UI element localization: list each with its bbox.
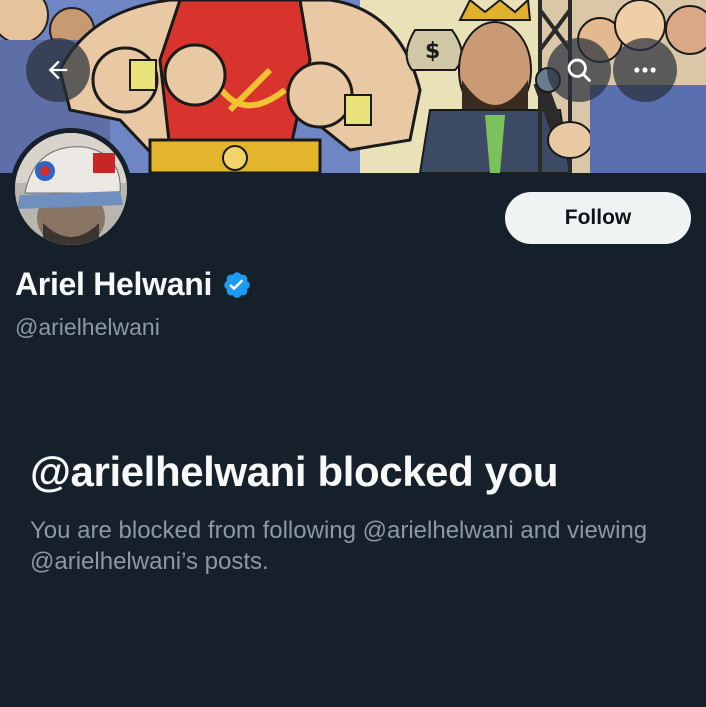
money-bag-symbol: $ bbox=[425, 39, 440, 64]
follow-button[interactable]: Follow bbox=[505, 192, 691, 244]
blocked-description: You are blocked from following @arielhel… bbox=[30, 517, 648, 575]
profile-handle: @arielhelwani bbox=[15, 314, 160, 340]
more-button[interactable] bbox=[613, 38, 677, 102]
avatar[interactable] bbox=[10, 128, 132, 250]
display-name: Ariel Helwani bbox=[15, 266, 213, 302]
search-button[interactable] bbox=[547, 38, 611, 102]
profile-page: $ Follow Ariel Helwani @arielhelwani @ar… bbox=[0, 0, 706, 707]
arrow-left-icon bbox=[48, 60, 68, 80]
search-icon bbox=[567, 58, 591, 82]
blocked-title: @arielhelwani blocked you bbox=[30, 448, 559, 495]
display-name-row: Ariel Helwani bbox=[15, 266, 252, 303]
avatar-image bbox=[15, 133, 127, 245]
verified-badge-icon[interactable] bbox=[222, 270, 252, 300]
more-horizontal-icon bbox=[634, 67, 656, 73]
back-button[interactable] bbox=[26, 38, 90, 102]
